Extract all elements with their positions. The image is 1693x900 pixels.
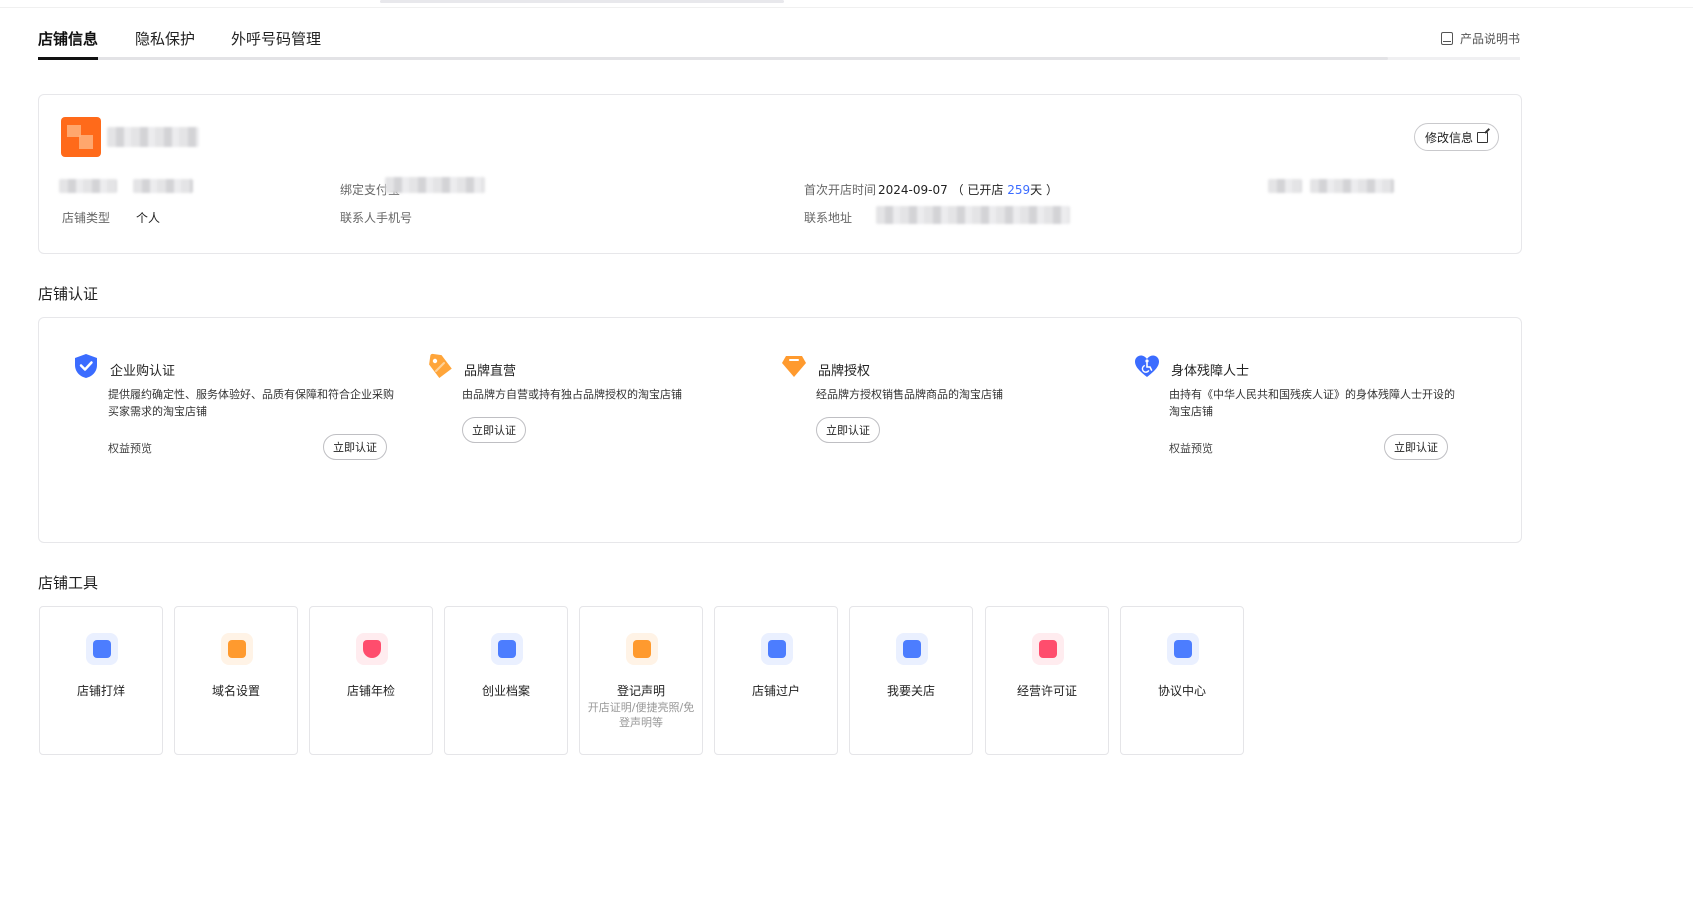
open-days-suffix: 天 ） xyxy=(1030,183,1058,197)
redacted-value xyxy=(133,179,193,193)
shop-type-label: 店铺类型 xyxy=(62,211,111,225)
license-folder-icon xyxy=(1032,633,1064,665)
tool-label: 协议中心 xyxy=(1157,684,1206,698)
cert-description: 提供履约确定性、服务体验好、品质有保障和符合企业采购买家需求的淘宝店铺 xyxy=(108,388,394,418)
accessibility-heart-icon xyxy=(1135,355,1159,377)
certify-now-button[interactable]: 立即认证 xyxy=(323,434,387,460)
certify-now-button[interactable]: 立即认证 xyxy=(462,417,526,443)
cert-description: 由持有《中华人民共和国残疾人证》的身体残障人士开设的淘宝店铺 xyxy=(1169,388,1455,418)
top-bar xyxy=(0,0,1693,8)
tab-outbound-number-management[interactable]: 外呼号码管理 xyxy=(231,28,321,49)
domain-icon xyxy=(221,633,253,665)
transfer-icon xyxy=(761,633,793,665)
tool-business-license[interactable]: 经营许可证 xyxy=(985,606,1109,755)
tab-active-underline xyxy=(38,57,98,60)
cert-title: 企业购认证 xyxy=(110,364,176,379)
tool-close-shop[interactable]: 我要关店 xyxy=(849,606,973,755)
tab-shop-info[interactable]: 店铺信息 xyxy=(38,28,98,49)
tool-annual-inspection[interactable]: 店铺年检 xyxy=(309,606,433,755)
diamond-icon xyxy=(782,356,806,377)
tab-bar: 店铺信息 隐私保护 外呼号码管理 产品说明书 xyxy=(38,26,1520,60)
agreement-icon xyxy=(1167,633,1199,665)
tool-sub-label: 开店证明/便捷亮照/免登声明等 xyxy=(587,701,695,729)
top-scroll-indicator xyxy=(380,0,784,3)
registration-doc-icon xyxy=(626,633,658,665)
tool-label: 创业档案 xyxy=(481,684,530,698)
tool-startup-archive[interactable]: 创业档案 xyxy=(444,606,568,755)
tool-agreement-center[interactable]: 协议中心 xyxy=(1120,606,1244,755)
inspection-shield-icon xyxy=(356,633,388,665)
product-manual-link[interactable]: 产品说明书 xyxy=(1440,30,1520,47)
tab-track xyxy=(38,57,1520,60)
tool-label: 登记声明 xyxy=(616,684,665,698)
certification-section-title: 店铺认证 xyxy=(38,285,99,303)
open-days-count: 259 xyxy=(1007,183,1031,197)
cert-title: 品牌授权 xyxy=(818,364,871,379)
certify-now-button[interactable]: 立即认证 xyxy=(816,417,880,443)
cert-title: 品牌直营 xyxy=(464,364,517,379)
contact-phone-label: 联系人手机号 xyxy=(340,211,413,225)
redacted-label xyxy=(59,179,117,193)
tool-label: 店铺过户 xyxy=(751,684,800,698)
cert-description: 经品牌方授权销售品牌商品的淘宝店铺 xyxy=(816,388,1003,401)
cert-title: 身体残障人士 xyxy=(1171,364,1250,379)
book-icon xyxy=(1440,32,1453,45)
certification-card: 企业购认证 提供履约确定性、服务体验好、品质有保障和符合企业采购买家需求的淘宝店… xyxy=(38,317,1522,543)
first-open-date: 2024-09-07 xyxy=(878,183,948,197)
open-days-prefix: （ 已开店 xyxy=(951,183,1008,197)
close-shop-icon xyxy=(896,633,928,665)
tab-privacy-protection[interactable]: 隐私保护 xyxy=(135,28,195,49)
contact-address-redacted xyxy=(876,206,1070,224)
tool-shop-transfer[interactable]: 店铺过户 xyxy=(714,606,838,755)
product-manual-label: 产品说明书 xyxy=(1459,32,1520,46)
benefit-preview-link[interactable]: 权益预览 xyxy=(1169,440,1213,456)
edit-info-button[interactable]: 修改信息 xyxy=(1413,123,1499,151)
tool-label: 店铺年检 xyxy=(346,684,395,698)
tag-icon xyxy=(429,353,452,379)
tools-section-title: 店铺工具 xyxy=(38,574,99,592)
tool-label: 经营许可证 xyxy=(1016,684,1077,698)
cert-description: 由品牌方自营或持有独占品牌授权的淘宝店铺 xyxy=(462,388,682,401)
shop-name-redacted xyxy=(107,127,199,147)
tool-label: 域名设置 xyxy=(211,684,260,698)
redacted-value xyxy=(1310,179,1394,193)
shop-type-value: 个人 xyxy=(136,211,161,225)
shop-logo xyxy=(61,117,101,157)
tool-domain-settings[interactable]: 域名设置 xyxy=(174,606,298,755)
tool-label: 我要关店 xyxy=(886,684,935,698)
shop-closed-icon xyxy=(86,633,118,665)
tool-label: 店铺打烊 xyxy=(76,684,125,698)
first-open-time-label: 首次开店时间 xyxy=(804,183,877,197)
redacted-label xyxy=(1268,179,1302,193)
contact-address-label: 联系地址 xyxy=(804,211,853,225)
edit-info-label: 修改信息 xyxy=(1424,130,1473,145)
shield-check-icon xyxy=(75,354,97,378)
tool-shop-closed[interactable]: 店铺打烊 xyxy=(39,606,163,755)
benefit-preview-link[interactable]: 权益预览 xyxy=(108,440,152,456)
tool-registration-statement[interactable]: 登记声明 开店证明/便捷亮照/免登声明等 xyxy=(579,606,703,755)
first-open-time-value: 2024-09-07 （ 已开店 259天 ） xyxy=(878,181,1058,198)
shop-info-card: 修改信息 绑定支付宝 首次开店时间 2024-09-07 （ 已开店 259天 … xyxy=(38,94,1522,254)
certify-now-button[interactable]: 立即认证 xyxy=(1384,434,1448,460)
alipay-account-redacted xyxy=(385,177,485,193)
archive-icon xyxy=(491,633,523,665)
external-link-icon xyxy=(1477,131,1488,143)
